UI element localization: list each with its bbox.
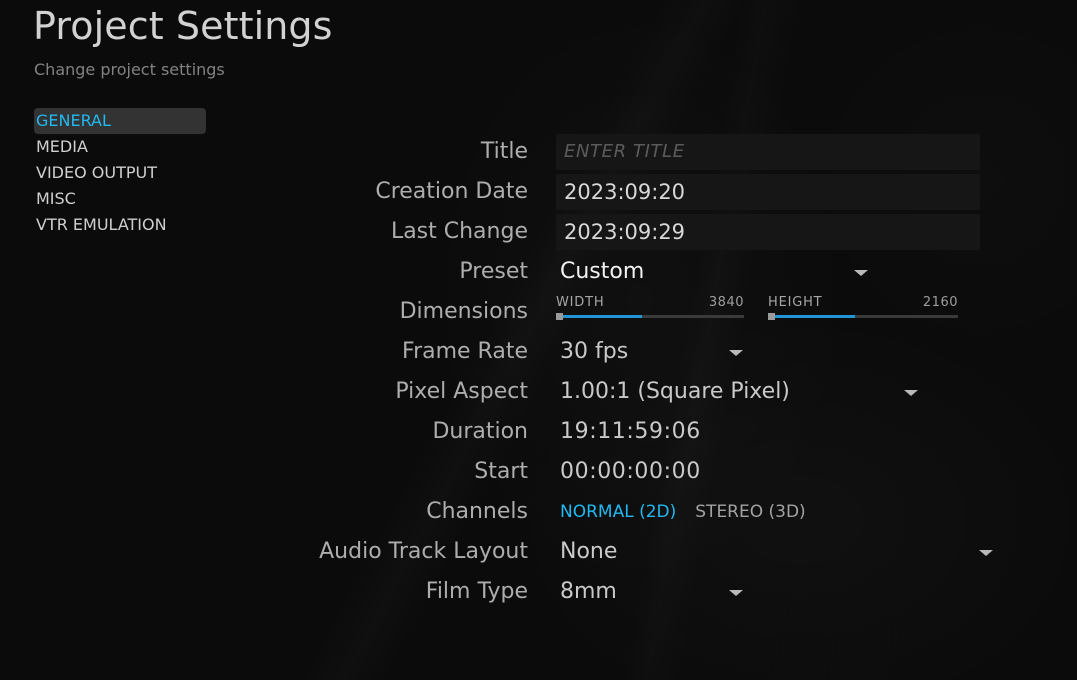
duration-text: 19:11:59:06 — [560, 419, 701, 444]
channels-label: Channels — [426, 499, 528, 524]
title-value: ENTER TITLE — [556, 132, 1077, 172]
page-title: Project Settings — [33, 4, 333, 48]
creation-date-value: 2023:09:20 — [556, 172, 1077, 212]
row-start: Start 00:00:00:00 — [0, 452, 1077, 492]
row-last-change: Last Change 2023:09:29 — [0, 212, 1077, 252]
chevron-down-icon[interactable] — [729, 590, 743, 596]
height-slider-group: HEIGHT 2160 — [768, 292, 958, 332]
title-input[interactable]: ENTER TITLE — [556, 134, 980, 170]
title-input-placeholder: ENTER TITLE — [564, 141, 685, 162]
height-slider-label: HEIGHT — [768, 295, 823, 310]
row-title: Title ENTER TITLE — [0, 132, 1077, 172]
creation-date-input[interactable]: 2023:09:20 — [556, 174, 980, 210]
chevron-down-icon[interactable] — [854, 270, 868, 276]
last-change-input[interactable]: 2023:09:29 — [556, 214, 980, 250]
frame-rate-label: Frame Rate — [402, 339, 528, 364]
row-dimensions: Dimensions WIDTH 3840 HEIGHT 2160 — [0, 292, 1077, 332]
pixel-aspect-label: Pixel Aspect — [395, 379, 528, 404]
creation-date-input-text: 2023:09:20 — [564, 180, 686, 204]
duration-value[interactable]: 19:11:59:06 — [556, 412, 1077, 452]
chevron-down-icon[interactable] — [979, 550, 993, 556]
row-pixel-aspect: Pixel Aspect 1.00:1 (Square Pixel) — [0, 372, 1077, 412]
width-slider-value: 3840 — [708, 295, 744, 310]
row-audio-track-layout: Audio Track Layout None — [0, 532, 1077, 572]
width-slider-label: WIDTH — [556, 295, 605, 310]
last-change-label: Last Change — [390, 219, 528, 244]
dimensions-value: WIDTH 3840 HEIGHT 2160 — [556, 292, 1077, 332]
width-slider-track[interactable] — [556, 313, 744, 320]
height-slider-fill — [768, 315, 856, 318]
preset-selected-text: Custom — [560, 259, 645, 284]
film-type-label: Film Type — [425, 579, 528, 604]
row-channels: Channels NORMAL (2D) STEREO (3D) — [0, 492, 1077, 532]
width-slider-head: WIDTH 3840 — [556, 295, 744, 310]
width-slider-fill — [556, 315, 643, 318]
channels-option-stereo-3d[interactable]: STEREO (3D) — [676, 492, 805, 532]
preset-value[interactable]: Custom — [556, 252, 1077, 292]
channels-option-normal-2d[interactable]: NORMAL (2D) — [556, 492, 676, 532]
last-change-value: 2023:09:29 — [556, 212, 1077, 252]
row-preset: Preset Custom — [0, 252, 1077, 292]
row-film-type: Film Type 8mm — [0, 572, 1077, 612]
row-frame-rate: Frame Rate 30 fps — [0, 332, 1077, 372]
preset-label: Preset — [459, 259, 528, 284]
pixel-aspect-selected-text: 1.00:1 (Square Pixel) — [560, 379, 790, 404]
audio-track-layout-selected-text: None — [560, 539, 618, 564]
height-slider-knob[interactable] — [768, 313, 775, 320]
frame-rate-selected-text: 30 fps — [560, 339, 629, 364]
audio-track-layout-value[interactable]: None — [556, 532, 1077, 572]
width-slider-group: WIDTH 3840 — [556, 292, 744, 332]
duration-label: Duration — [432, 419, 528, 444]
height-slider-track[interactable] — [768, 313, 958, 320]
pixel-aspect-value[interactable]: 1.00:1 (Square Pixel) — [556, 372, 1077, 412]
channels-value: NORMAL (2D) STEREO (3D) — [556, 492, 1077, 532]
sidebar-item-general[interactable]: GENERAL — [34, 108, 206, 134]
chevron-down-icon[interactable] — [729, 350, 743, 356]
general-settings-form: Title ENTER TITLE Creation Date 2023:09:… — [0, 132, 1077, 612]
start-value[interactable]: 00:00:00:00 — [556, 452, 1077, 492]
dimensions-label: Dimensions — [399, 299, 528, 324]
last-change-input-text: 2023:09:29 — [564, 220, 686, 244]
frame-rate-value[interactable]: 30 fps — [556, 332, 1077, 372]
row-creation-date: Creation Date 2023:09:20 — [0, 172, 1077, 212]
row-duration: Duration 19:11:59:06 — [0, 412, 1077, 452]
chevron-down-icon[interactable] — [904, 390, 918, 396]
film-type-selected-text: 8mm — [560, 579, 617, 604]
page-subtitle: Change project settings — [34, 60, 225, 79]
start-text: 00:00:00:00 — [560, 459, 701, 484]
start-label: Start — [474, 459, 528, 484]
audio-track-layout-label: Audio Track Layout — [319, 539, 528, 564]
title-label: Title — [480, 139, 528, 164]
creation-date-label: Creation Date — [375, 179, 528, 204]
height-slider-value: 2160 — [922, 295, 958, 310]
project-settings-window: Project Settings Change project settings… — [0, 0, 1077, 680]
height-slider-head: HEIGHT 2160 — [768, 295, 958, 310]
width-slider-knob[interactable] — [556, 313, 563, 320]
film-type-value[interactable]: 8mm — [556, 572, 1077, 612]
